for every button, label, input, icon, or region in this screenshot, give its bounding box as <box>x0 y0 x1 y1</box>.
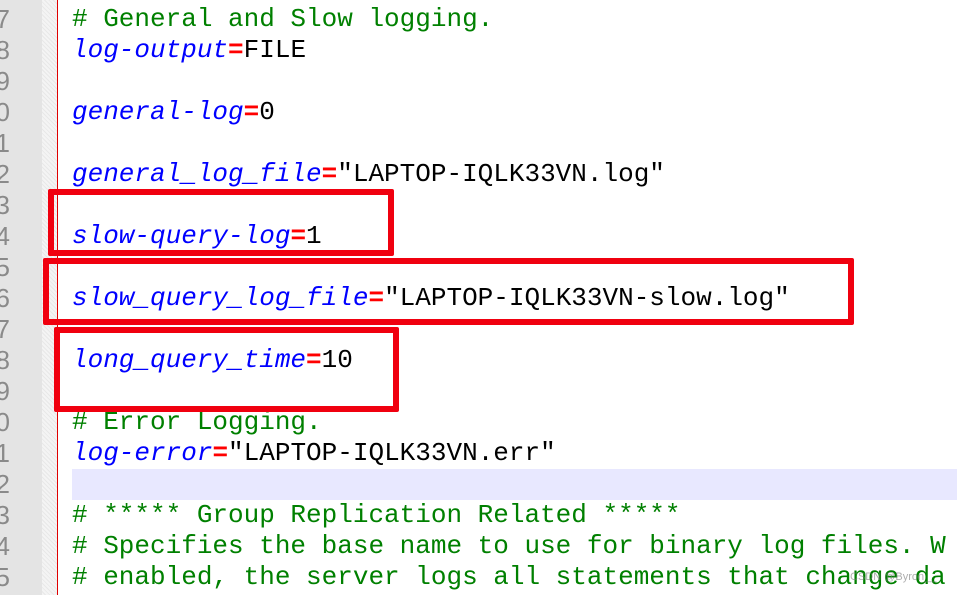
line-number: 8 <box>0 345 10 375</box>
editor-line[interactable]: 0 general-log=0 <box>0 97 957 128</box>
editor-line[interactable]: 1 log-error="LAPTOP-IQLK33VN.err" <box>0 438 957 469</box>
config-key: general-log <box>72 97 244 127</box>
equals-operator: = <box>243 97 260 127</box>
line-number: 3 <box>0 190 10 220</box>
editor-line[interactable]: 3 # ***** Group Replication Related ***** <box>0 500 957 531</box>
line-number: 6 <box>0 283 10 313</box>
editor-line[interactable]: 2 <box>0 469 957 500</box>
editor-line[interactable]: 8 log-output=FILE <box>0 35 957 66</box>
line-number: 5 <box>0 252 10 282</box>
comment-text: # General and Slow logging. <box>72 4 494 34</box>
line-code: # Specifies the base name to use for bin… <box>72 531 957 562</box>
annotation-box-long-query-time <box>54 327 399 412</box>
line-code <box>72 469 957 500</box>
line-number: 8 <box>0 35 10 65</box>
editor-line[interactable]: 1 <box>0 128 957 159</box>
line-code: log-error="LAPTOP-IQLK33VN.err" <box>72 438 957 469</box>
line-code: log-output=FILE <box>72 35 957 66</box>
line-code: general_log_file="LAPTOP-IQLK33VN.log" <box>72 159 957 190</box>
editor-line[interactable]: 4 # Specifies the base name to use for bi… <box>0 531 957 562</box>
line-number: 2 <box>0 159 10 189</box>
line-number: 7 <box>0 314 10 344</box>
annotation-box-slow-query-log-file <box>43 258 854 325</box>
line-code: general-log=0 <box>72 97 957 128</box>
line-number: 7 <box>0 4 10 34</box>
line-number: 5 <box>0 562 10 592</box>
config-key: log-output <box>72 35 229 65</box>
config-value: 0 <box>259 97 275 127</box>
config-value: "LAPTOP-IQLK33VN.log" <box>337 159 665 189</box>
comment-text: # enabled, the server logs all statement… <box>72 562 946 592</box>
comment-text: # Specifies the base name to use for bin… <box>72 531 946 561</box>
line-number: 0 <box>0 407 10 437</box>
editor-line[interactable]: 9 <box>0 66 957 97</box>
line-number: 2 <box>0 469 10 499</box>
line-number: 9 <box>0 66 10 96</box>
line-code: # General and Slow logging. <box>72 4 957 35</box>
watermark: CSDN @Byron__ <box>850 571 937 583</box>
equals-operator: = <box>321 159 338 189</box>
comment-text: # ***** Group Replication Related ***** <box>72 500 681 530</box>
editor-line[interactable]: 7 # General and Slow logging. <box>0 4 957 35</box>
editor-line[interactable]: 2 general_log_file="LAPTOP-IQLK33VN.log" <box>0 159 957 190</box>
config-value: FILE <box>243 35 307 65</box>
line-number: 1 <box>0 438 10 468</box>
line-number: 4 <box>0 221 10 251</box>
line-code: # ***** Group Replication Related ***** <box>72 500 957 531</box>
config-key: general_log_file <box>72 159 322 189</box>
equals-operator: = <box>228 35 244 65</box>
config-value: "LAPTOP-IQLK33VN.err" <box>228 438 556 468</box>
line-number: 4 <box>0 531 10 561</box>
equals-operator: = <box>212 438 229 468</box>
annotation-box-slow-query-log <box>48 189 394 256</box>
line-number: 3 <box>0 500 10 530</box>
line-number: 9 <box>0 376 10 406</box>
line-code: # enabled, the server logs all statement… <box>72 562 957 593</box>
line-number: 0 <box>0 97 10 127</box>
line-number: 1 <box>0 128 10 158</box>
editor-line[interactable]: 5 # enabled, the server logs all statemen… <box>0 562 957 593</box>
config-key: log-error <box>72 438 213 468</box>
